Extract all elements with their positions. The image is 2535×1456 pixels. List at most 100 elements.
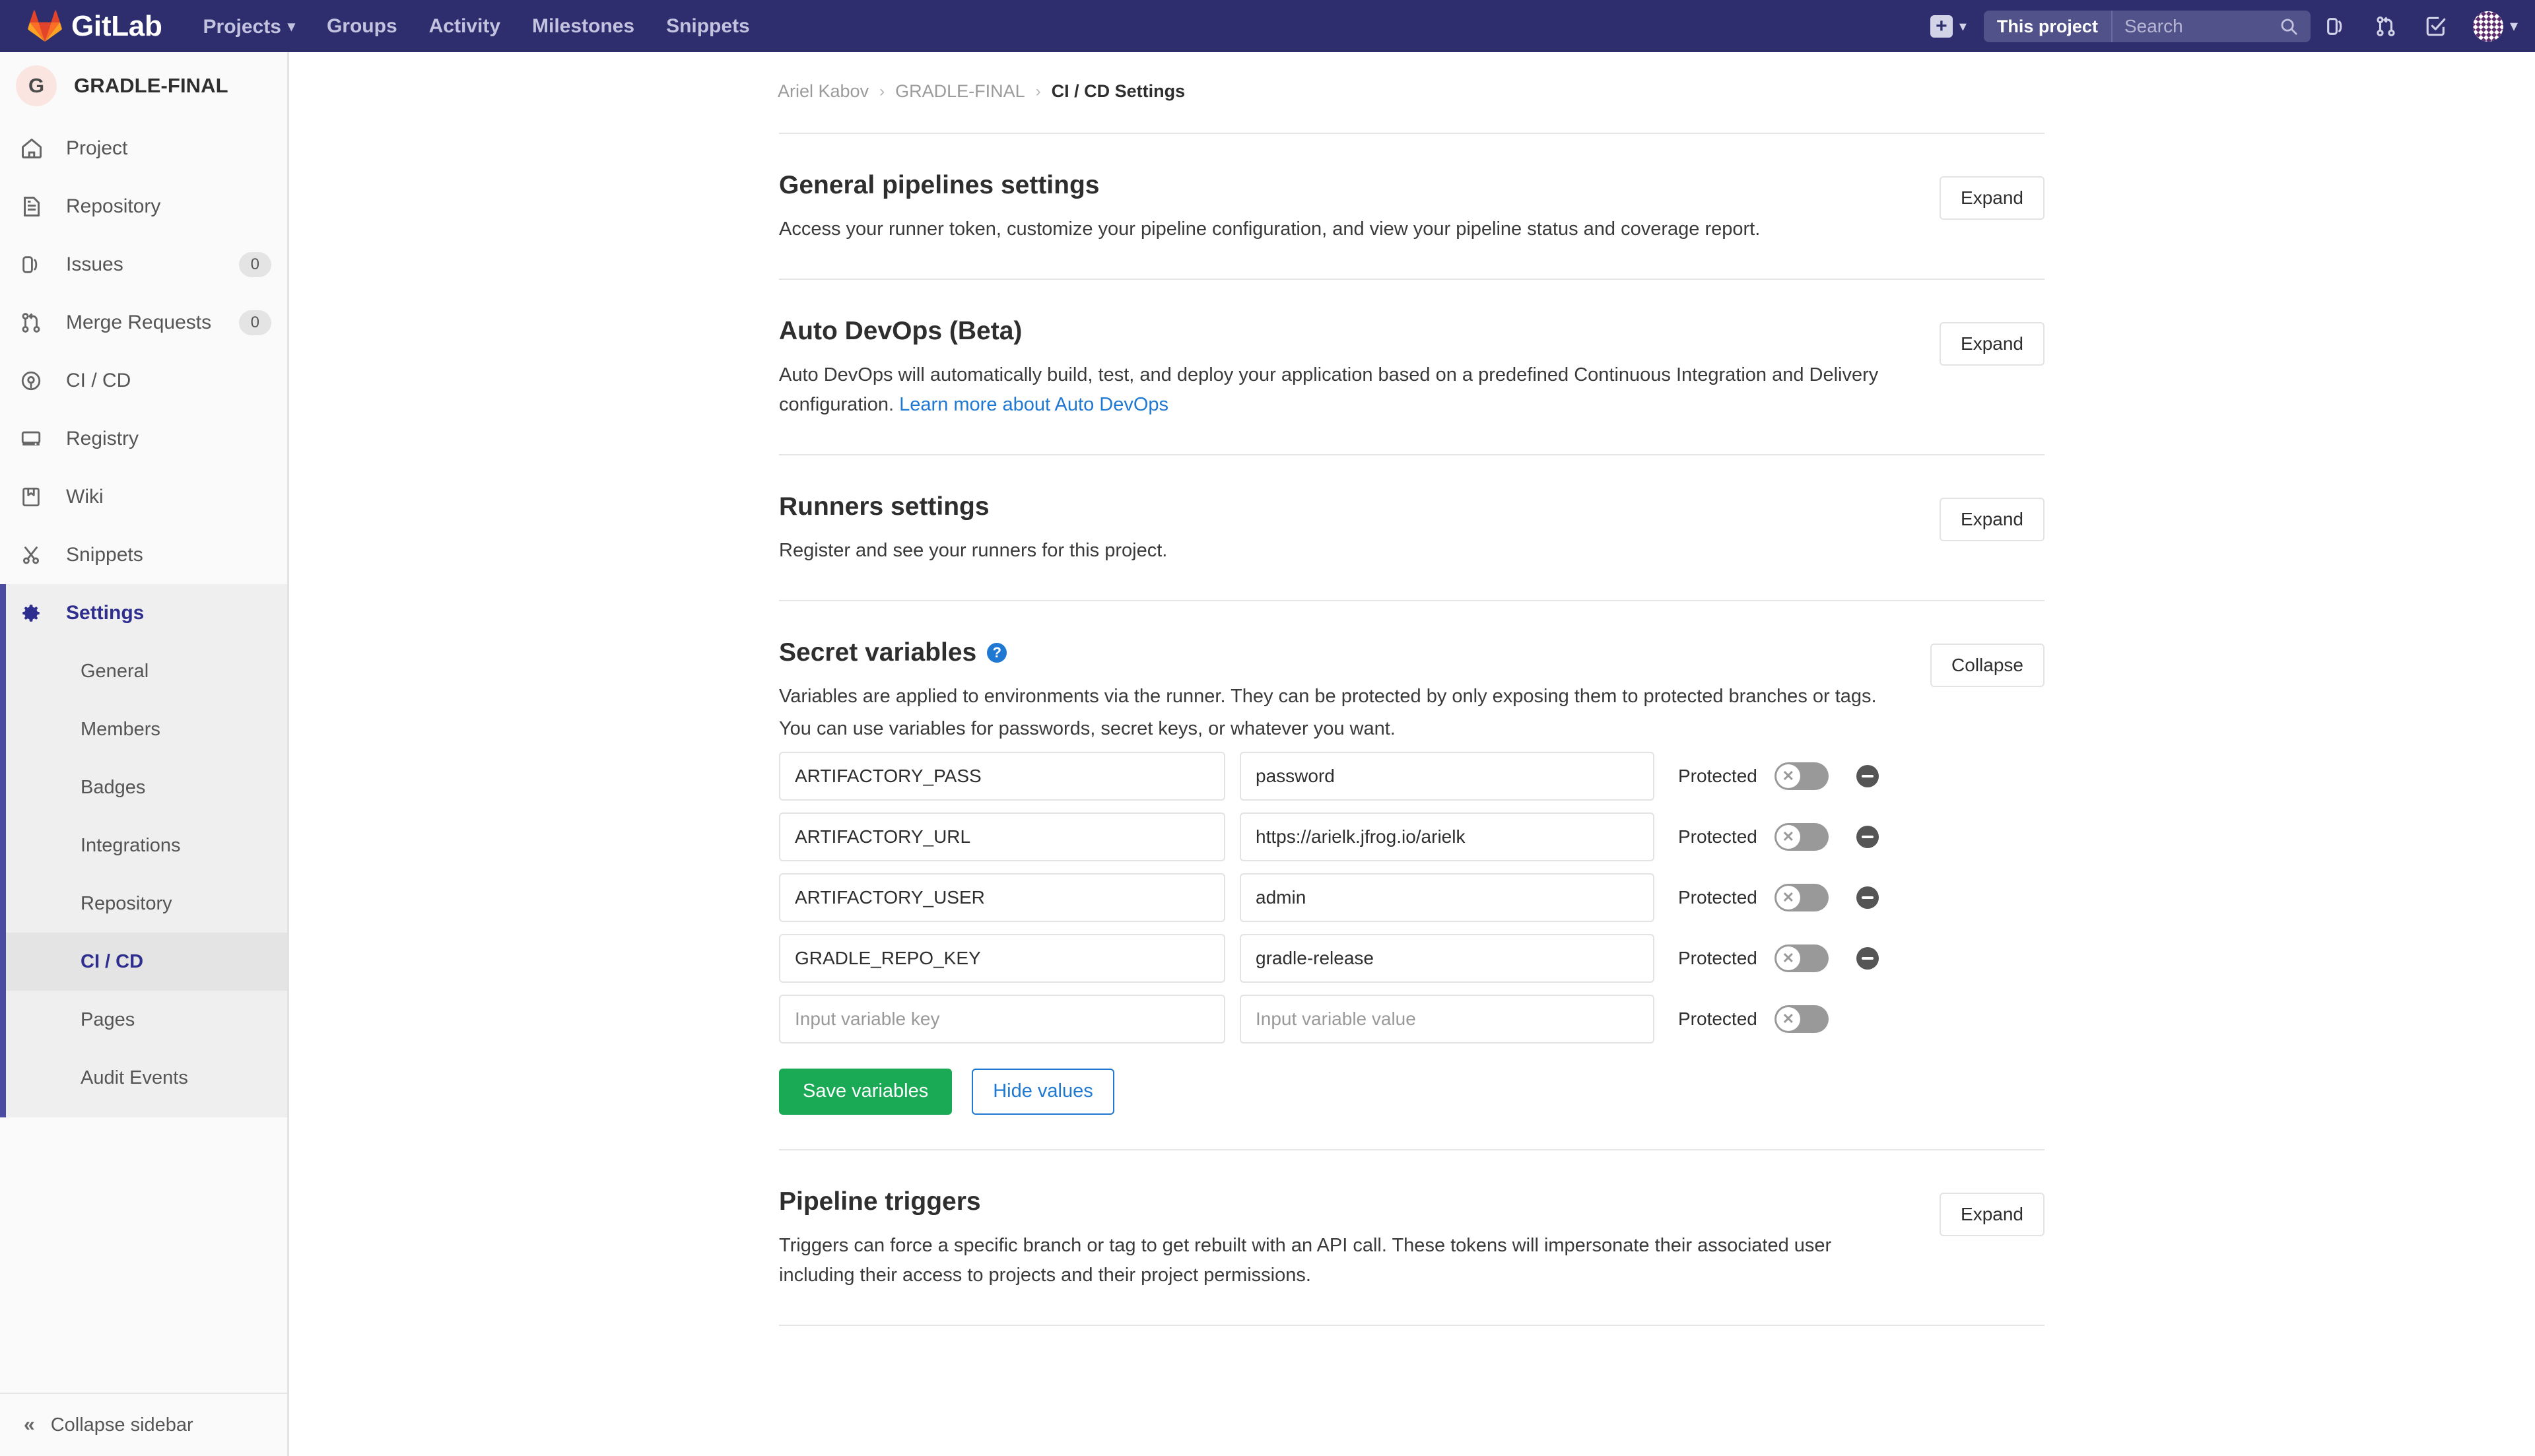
navbar-left: GitLab Projects▾ Groups Activity Milesto… xyxy=(0,0,766,52)
section-runners-description: Register and see your runners for this p… xyxy=(779,536,1895,566)
section-secret-variables: Secret variables ? Variables are applied… xyxy=(779,601,2045,1149)
nav-link-projects-label: Projects xyxy=(203,16,281,38)
scissors-icon xyxy=(20,544,51,566)
navbar-links: Projects▾ Groups Activity Milestones Sni… xyxy=(187,0,766,52)
sidebar-item-merge-requests[interactable]: Merge Requests 0 xyxy=(0,294,287,352)
protected-toggle[interactable]: ✕ xyxy=(1774,1005,1829,1033)
sidebar-item-settings[interactable]: Settings xyxy=(0,584,287,642)
minus-icon xyxy=(1862,836,1874,838)
new-variable-key-input[interactable] xyxy=(779,995,1225,1043)
sidebar-item-snippets-label: Snippets xyxy=(66,544,271,566)
protected-label: Protected xyxy=(1678,826,1757,847)
protected-toggle[interactable]: ✕ xyxy=(1774,762,1829,790)
collapse-secret-variables-button[interactable]: Collapse xyxy=(1930,644,2045,687)
main-content: Ariel Kabov › GRADLE-FINAL › CI / CD Set… xyxy=(291,52,2535,1456)
sidebar-subitem-ci-cd[interactable]: CI / CD xyxy=(0,933,287,991)
sidebar-subitem-repository[interactable]: Repository xyxy=(0,875,287,933)
protected-label: Protected xyxy=(1678,887,1757,908)
section-auto-devops-text: Auto DevOps (Beta) Auto DevOps will auto… xyxy=(779,317,1901,420)
toggle-off-icon: ✕ xyxy=(1776,886,1800,910)
expand-runners-button[interactable]: Expand xyxy=(1940,498,2045,541)
variable-key-input[interactable] xyxy=(779,873,1225,922)
nav-link-snippets[interactable]: Snippets xyxy=(650,0,766,52)
section-pipeline-triggers-description: Triggers can force a specific branch or … xyxy=(779,1231,1895,1290)
section-auto-devops-description: Auto DevOps will automatically build, te… xyxy=(779,360,1895,420)
issues-icon[interactable] xyxy=(2322,11,2349,42)
remove-variable-button[interactable] xyxy=(1856,765,1879,787)
package-icon xyxy=(20,428,51,450)
save-variables-button[interactable]: Save variables xyxy=(779,1069,952,1115)
section-runners-text: Runners settings Register and see your r… xyxy=(779,492,1901,566)
sidebar-item-ci-cd-label: CI / CD xyxy=(66,370,271,392)
sidebar-subitem-integrations[interactable]: Integrations xyxy=(0,816,287,875)
variable-key-input[interactable] xyxy=(779,934,1225,983)
section-secret-variables-description-line1: Variables are applied to environments vi… xyxy=(779,682,1895,711)
variable-value-input[interactable] xyxy=(1240,812,1654,861)
sidebar-item-ci-cd[interactable]: CI / CD xyxy=(0,352,287,410)
question-mark-icon[interactable]: ? xyxy=(987,643,1007,663)
sidebar-subitem-pages[interactable]: Pages xyxy=(0,991,287,1049)
gitlab-logo-link[interactable]: GitLab xyxy=(28,9,162,44)
new-variable-value-input[interactable] xyxy=(1240,995,1654,1043)
toggle-off-icon: ✕ xyxy=(1776,1007,1800,1031)
variable-value-input[interactable] xyxy=(1240,873,1654,922)
nav-link-activity[interactable]: Activity xyxy=(413,0,516,52)
nav-link-milestones[interactable]: Milestones xyxy=(516,0,650,52)
sidebar-item-wiki[interactable]: Wiki xyxy=(0,468,287,526)
double-chevron-left-icon: « xyxy=(24,1414,32,1436)
minus-icon xyxy=(1862,896,1874,899)
avatar[interactable] xyxy=(2473,11,2503,42)
protected-label: Protected xyxy=(1678,948,1757,969)
expand-auto-devops-button[interactable]: Expand xyxy=(1940,322,2045,366)
sidebar-item-issues-label: Issues xyxy=(66,253,239,276)
sidebar-item-settings-label: Settings xyxy=(66,602,271,624)
sidebar-item-registry[interactable]: Registry xyxy=(0,410,287,468)
learn-more-auto-devops-link[interactable]: Learn more about Auto DevOps xyxy=(899,394,1168,415)
protected-toggle[interactable]: ✕ xyxy=(1774,944,1829,972)
variable-key-input[interactable] xyxy=(779,812,1225,861)
sidebar-subitem-members[interactable]: Members xyxy=(0,700,287,758)
search-scope-button[interactable]: This project xyxy=(1984,11,2112,42)
sidebar-subitem-general[interactable]: General xyxy=(0,642,287,700)
sidebar-item-issues[interactable]: Issues 0 xyxy=(0,236,287,294)
search-input[interactable]: Search xyxy=(2112,11,2311,42)
nav-link-groups[interactable]: Groups xyxy=(311,0,413,52)
search-icon xyxy=(2279,17,2299,36)
variable-row: Protected ✕ xyxy=(779,873,1901,922)
hide-values-button[interactable]: Hide values xyxy=(972,1069,1114,1115)
navbar-right: + ▾ This project Search xyxy=(1921,0,2535,52)
todos-icon[interactable] xyxy=(2422,11,2450,42)
gitlab-logo-icon xyxy=(28,9,62,44)
merge-requests-icon[interactable] xyxy=(2372,11,2400,42)
sidebar-item-snippets[interactable]: Snippets xyxy=(0,526,287,584)
remove-variable-button[interactable] xyxy=(1856,886,1879,909)
sidebar-project-header[interactable]: G GRADLE-FINAL xyxy=(0,52,287,119)
variable-key-input[interactable] xyxy=(779,752,1225,801)
nav-link-projects[interactable]: Projects▾ xyxy=(187,0,311,52)
toggle-off-icon: ✕ xyxy=(1776,764,1800,788)
avatar-chevron-down-icon[interactable]: ▾ xyxy=(2510,17,2518,36)
expand-pipeline-triggers-button[interactable]: Expand xyxy=(1940,1193,2045,1236)
expand-general-pipelines-button[interactable]: Expand xyxy=(1940,176,2045,220)
sidebar-settings-subnav: General Members Badges Integrations Repo… xyxy=(0,642,287,1117)
new-item-dropdown[interactable]: + ▾ xyxy=(1921,15,1976,38)
remove-variable-button[interactable] xyxy=(1856,947,1879,970)
sidebar-item-repository[interactable]: Repository xyxy=(0,178,287,236)
remove-variable-button[interactable] xyxy=(1856,826,1879,848)
variable-value-input[interactable] xyxy=(1240,752,1654,801)
variable-row: Protected ✕ xyxy=(779,812,1901,861)
brand-name: GitLab xyxy=(71,10,162,43)
protected-toggle[interactable]: ✕ xyxy=(1774,884,1829,911)
variable-row: Protected ✕ xyxy=(779,934,1901,983)
sidebar-subitem-badges[interactable]: Badges xyxy=(0,758,287,816)
sidebar-item-project[interactable]: Project xyxy=(0,119,287,178)
collapse-sidebar-button[interactable]: « Collapse sidebar xyxy=(0,1393,287,1456)
merge-requests-icon xyxy=(20,312,51,334)
protected-toggle[interactable]: ✕ xyxy=(1774,823,1829,851)
variable-value-input[interactable] xyxy=(1240,934,1654,983)
variable-row-empty: Protected ✕ xyxy=(779,995,1901,1043)
issues-icon xyxy=(20,253,51,276)
section-pipeline-triggers: Pipeline triggers Triggers can force a s… xyxy=(779,1150,2045,1325)
section-general-pipelines: General pipelines settings Access your r… xyxy=(779,134,2045,279)
sidebar-subitem-audit-events[interactable]: Audit Events xyxy=(0,1049,287,1107)
